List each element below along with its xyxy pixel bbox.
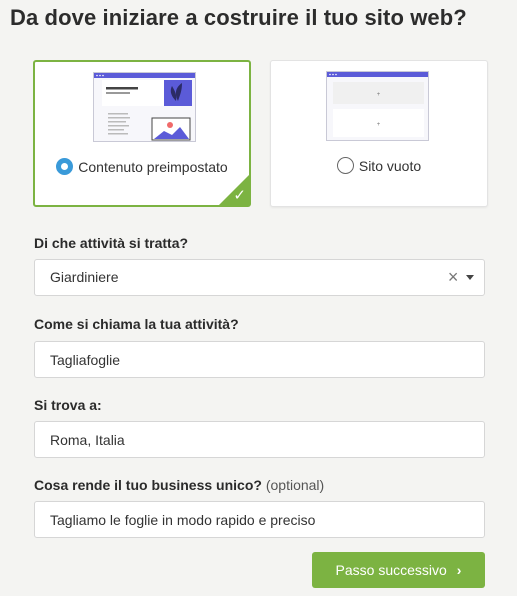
location-label: Si trova a: — [34, 397, 102, 413]
empty-template-illustration: + + — [327, 72, 428, 137]
chevron-down-icon[interactable] — [466, 275, 474, 280]
option-card-empty-site[interactable]: + + Sito vuoto — [270, 60, 488, 207]
activity-select[interactable]: Giardiniere × — [34, 259, 485, 296]
option-card-preset-content[interactable]: Contenuto preimpostato ✓ — [33, 60, 251, 207]
chevron-right-icon: › — [456, 562, 462, 578]
location-input[interactable] — [34, 421, 485, 458]
activity-select-value: Giardiniere — [50, 269, 119, 285]
preset-template-illustration — [94, 73, 195, 141]
empty-option-label-row: Sito vuoto — [271, 157, 487, 176]
next-step-button-label: Passo successivo — [335, 562, 447, 578]
preset-option-label-row: Contenuto preimpostato — [35, 158, 249, 177]
optional-hint: (optional) — [265, 477, 325, 493]
empty-template-thumbnail: + + — [326, 71, 429, 141]
page-title: Da dove iniziare a costruire il tuo sito… — [10, 5, 467, 30]
radio-empty-site[interactable] — [336, 157, 354, 174]
svg-text:+: + — [377, 122, 381, 128]
next-step-button[interactable]: Passo successivo › — [312, 552, 485, 588]
unique-business-input[interactable] — [34, 501, 485, 538]
unique-business-label-text: Cosa rende il tuo business unico? — [34, 477, 262, 493]
option-label-empty: Sito vuoto — [358, 158, 422, 174]
clear-icon[interactable]: × — [448, 267, 459, 287]
checkmark-icon: ✓ — [233, 187, 246, 204]
option-label-preset: Contenuto preimpostato — [78, 159, 228, 175]
unique-business-label: Cosa rende il tuo business unico? (optio… — [34, 477, 324, 493]
preset-template-thumbnail — [93, 72, 196, 142]
radio-preset-content[interactable] — [56, 158, 74, 175]
business-name-input[interactable] — [34, 341, 485, 378]
business-name-label: Come si chiama la tua attività? — [34, 316, 239, 332]
svg-text:+: + — [377, 92, 381, 98]
activity-label: Di che attività si tratta? — [34, 235, 189, 251]
